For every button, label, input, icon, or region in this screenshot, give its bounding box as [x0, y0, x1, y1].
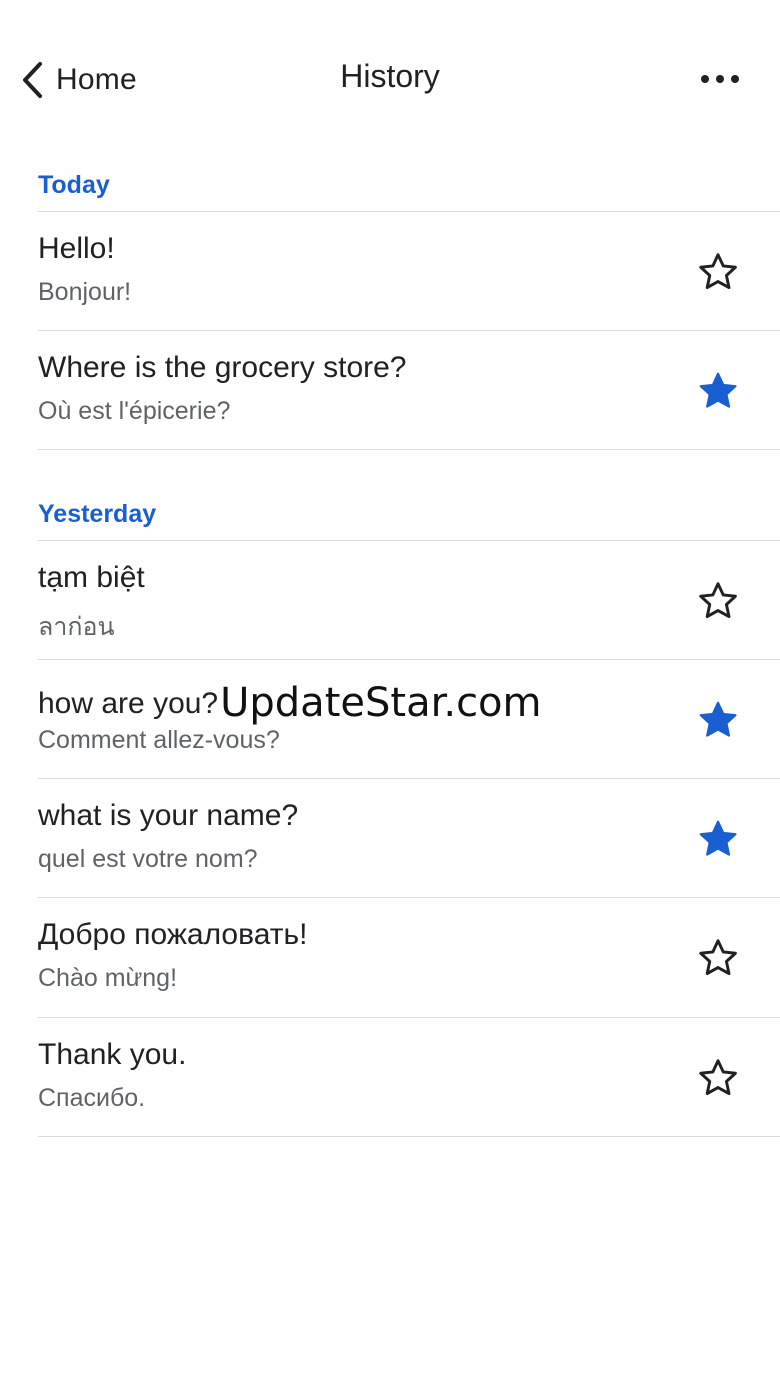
star-outline-icon[interactable]: [696, 579, 740, 623]
chevron-left-icon: [20, 60, 44, 100]
more-options-button[interactable]: [688, 56, 752, 104]
source-text: Добро пожаловать!: [38, 918, 308, 951]
history-item[interactable]: Thank you. Спасибо.: [38, 1018, 780, 1136]
history-item[interactable]: Добро пожаловать! Chào mừng!: [38, 898, 780, 1016]
star-filled-icon[interactable]: [696, 817, 740, 861]
history-item[interactable]: Where is the grocery store? Où est l'épi…: [38, 331, 780, 449]
history-item[interactable]: what is your name? quel est votre nom?: [38, 779, 780, 897]
more-horizontal-icon: [700, 71, 740, 89]
source-text: how are you?: [38, 687, 219, 720]
back-label: Home: [56, 63, 137, 96]
translation-text: Où est l'épicerie?: [38, 397, 231, 425]
watermark-text: UpdateStar.com: [220, 680, 542, 726]
divider: [38, 1136, 780, 1137]
translation-text: Спасибо.: [38, 1084, 146, 1112]
translation-text: Bonjour!: [38, 278, 132, 306]
source-text: Where is the grocery store?: [38, 351, 407, 384]
translation-text: Comment allez-vous?: [38, 726, 280, 754]
section-header-yesterday: Yesterday: [38, 500, 157, 528]
translation-text: quel est votre nom?: [38, 845, 258, 873]
source-text-container: how are you?UpdateStar.com: [38, 680, 542, 726]
star-filled-icon[interactable]: [696, 698, 740, 742]
back-button[interactable]: Home: [20, 56, 137, 104]
star-filled-icon[interactable]: [696, 369, 740, 413]
source-text: Hello!: [38, 232, 115, 265]
source-text: what is your name?: [38, 799, 299, 832]
translation-text: ลาก่อน: [38, 613, 115, 641]
section-header-today: Today: [38, 171, 110, 199]
star-outline-icon[interactable]: [696, 250, 740, 294]
navigation-bar: Home History: [0, 0, 780, 160]
history-item[interactable]: tạm biệt ลาก่อน: [38, 541, 780, 659]
divider: [38, 449, 780, 450]
star-outline-icon[interactable]: [696, 936, 740, 980]
translation-text: Chào mừng!: [38, 964, 178, 992]
source-text: Thank you.: [38, 1038, 187, 1071]
star-outline-icon[interactable]: [696, 1056, 740, 1100]
history-item[interactable]: how are you?UpdateStar.com Comment allez…: [38, 660, 780, 778]
source-text: tạm biệt: [38, 561, 145, 594]
history-item[interactable]: Hello! Bonjour!: [38, 212, 780, 330]
